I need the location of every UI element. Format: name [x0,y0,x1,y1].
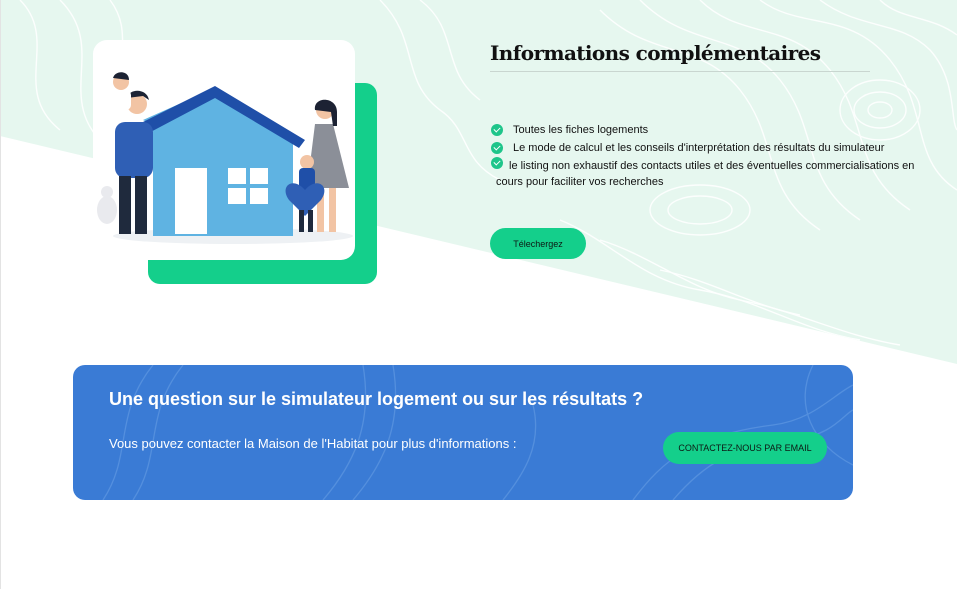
title-divider [490,71,870,72]
feature-text-continued: cours pour faciliter vos recherches [496,176,664,188]
feature-text: Le mode de calcul et les conseils d'inte… [513,142,885,154]
family-house-icon [97,72,353,244]
contact-email-button[interactable]: CONTACTEZ-NOUS PAR EMAIL [663,432,827,464]
banner-title: Une question sur le simulateur logement … [109,389,644,409]
feature-list: Toutes les fiches logements Le mode de c… [490,122,930,190]
check-icon [491,124,503,136]
contact-banner: Une question sur le simulateur logement … [73,365,853,500]
feature-text: Toutes les fiches logements [513,124,649,136]
family-house-illustration [93,40,378,285]
banner-text: Vous pouvez contacter la Maison de l'Hab… [109,436,517,451]
check-icon [491,142,503,154]
feature-item: Le mode de calcul et les conseils d'inte… [490,140,930,156]
info-title: Informations complémentaires [490,41,821,65]
illustration-card [93,40,355,260]
feature-item: le listing non exhaustif des contacts ut… [490,157,930,190]
page-edge-divider [0,0,1,589]
feature-item: Toutes les fiches logements [490,122,930,138]
info-section: Informations complémentaires Toutes les … [490,40,930,259]
check-icon [491,157,503,169]
download-button[interactable]: Télechergez [490,228,586,259]
feature-text: le listing non exhaustif des contacts ut… [509,160,915,172]
